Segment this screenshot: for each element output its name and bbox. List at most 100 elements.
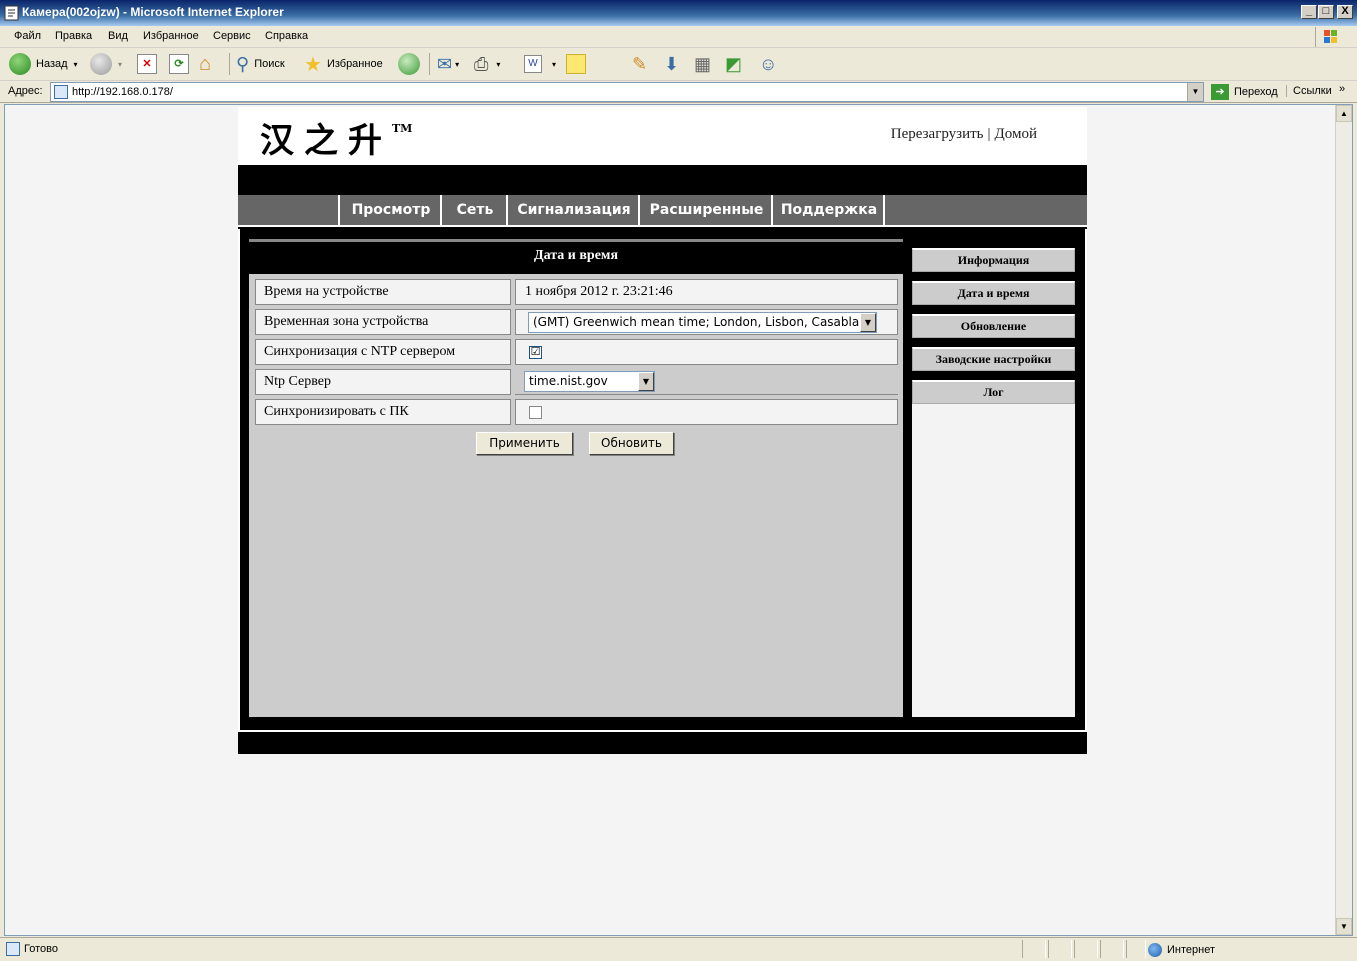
toolbar-separator xyxy=(429,53,430,75)
search-label: Поиск xyxy=(254,58,285,70)
stop-button[interactable]: ✕ xyxy=(137,52,157,76)
home-icon: ⌂ xyxy=(199,52,212,75)
tool-button-1[interactable]: ✎ xyxy=(632,52,647,76)
nav-divider xyxy=(883,195,885,225)
favorites-button[interactable]: ★ Избранное xyxy=(304,52,383,76)
tool-button-4[interactable]: ◩ xyxy=(725,52,742,76)
chevron-down-icon[interactable]: ▾ xyxy=(552,60,556,69)
word-icon: W xyxy=(524,55,542,73)
status-cell xyxy=(1126,940,1146,958)
toolbar-separator xyxy=(229,53,230,75)
windows-logo-icon xyxy=(1315,27,1343,47)
history-icon xyxy=(398,53,420,75)
pc-sync-checkbox[interactable] xyxy=(529,406,542,419)
settings-sidebar: Информация Дата и время Обновление Завод… xyxy=(912,239,1075,717)
chevron-down-icon[interactable]: ▾ xyxy=(118,60,122,69)
menu-help[interactable]: Справка xyxy=(265,30,308,42)
print-button[interactable]: ⎙ ▾ xyxy=(474,52,500,76)
tool-button-2[interactable]: ⬇ xyxy=(664,52,679,76)
timezone-select[interactable]: (GMT) Greenwich mean time; London, Lisbo… xyxy=(528,312,877,333)
tab-alarm[interactable]: Сигнализация xyxy=(506,195,640,225)
favorites-label: Избранное xyxy=(326,58,383,70)
maximize-button[interactable]: □ xyxy=(1318,5,1334,19)
close-button[interactable]: X xyxy=(1337,5,1353,19)
links-button[interactable]: Ссылки xyxy=(1286,85,1332,97)
content-area: Дата и время Время на устройстве 1 ноябр… xyxy=(238,229,1087,732)
pc-sync-cell xyxy=(515,399,898,425)
search-button[interactable]: ⚲ Поиск xyxy=(236,52,285,76)
refresh-settings-button[interactable]: Обновить xyxy=(589,432,674,455)
tab-advanced[interactable]: Расширенные xyxy=(638,195,773,225)
tab-network[interactable]: Сеть xyxy=(440,195,508,225)
chevron-down-icon[interactable]: ▾ xyxy=(455,60,459,69)
vertical-scrollbar[interactable]: ▲ ▼ xyxy=(1335,105,1352,935)
ntp-server-selected: time.nist.gov xyxy=(529,374,608,388)
mail-button[interactable]: ✉ ▾ xyxy=(437,52,459,76)
edit-button[interactable]: W ▾ xyxy=(524,52,556,76)
row-device-time: Время на устройстве 1 ноября 2012 г. 23:… xyxy=(255,279,898,305)
menu-view[interactable]: Вид xyxy=(108,30,128,42)
chevron-down-icon[interactable]: ▼ xyxy=(638,372,654,391)
sidebar-item-datetime[interactable]: Дата и время xyxy=(912,281,1075,305)
minimize-button[interactable]: _ xyxy=(1301,5,1317,19)
refresh-button[interactable]: ⟳ xyxy=(169,52,189,76)
menu-file[interactable]: Файл xyxy=(14,30,41,42)
scroll-down-arrow[interactable]: ▼ xyxy=(1336,918,1352,935)
history-button[interactable] xyxy=(398,52,420,76)
link-separator: | xyxy=(987,126,991,142)
chevron-down-icon[interactable]: ▾ xyxy=(74,60,78,69)
sidebar-divider xyxy=(912,272,1075,281)
section-title: Дата и время xyxy=(533,248,619,263)
chevron-down-icon[interactable]: ▼ xyxy=(1187,83,1203,101)
menu-edit[interactable]: Правка xyxy=(55,30,92,42)
address-input[interactable]: http://192.168.0.178/ ▼ xyxy=(50,82,1204,102)
star-icon: ★ xyxy=(304,53,322,76)
zone-label: Интернет xyxy=(1167,944,1215,956)
sidebar-divider xyxy=(912,239,1075,248)
sidebar-item-update[interactable]: Обновление xyxy=(912,314,1075,338)
security-zone: Интернет xyxy=(1148,943,1215,957)
window-title: Камера(002ojzw) - Microsoft Internet Exp… xyxy=(22,5,284,19)
messenger-icon: ☺ xyxy=(759,53,778,74)
status-cell xyxy=(1100,940,1124,958)
browser-viewport: ▲ ▼ 汉之升TM Перезагрузить | Домой Просмотр С… xyxy=(4,104,1353,936)
tab-view[interactable]: Просмотр xyxy=(338,195,442,225)
sidebar-divider xyxy=(912,305,1075,314)
messenger-button[interactable]: ☺ xyxy=(759,52,777,76)
row-timezone: Временная зона устройства (GMT) Greenwic… xyxy=(255,309,898,335)
header-band xyxy=(238,165,1087,195)
ntp-server-select[interactable]: time.nist.gov ▼ xyxy=(524,371,655,392)
back-button[interactable]: Назад ▾ xyxy=(9,52,78,76)
home-button[interactable]: ⌂ xyxy=(199,52,211,76)
apply-button[interactable]: Применить xyxy=(476,432,573,455)
status-text: Готово xyxy=(24,943,58,955)
scroll-up-arrow[interactable]: ▲ xyxy=(1336,105,1352,122)
forward-button[interactable]: ▾ xyxy=(90,52,122,76)
ntp-sync-checkbox[interactable]: ☑ xyxy=(529,346,542,359)
tool-button-3[interactable]: ▦ xyxy=(694,52,711,76)
logo-tm: TM xyxy=(392,121,413,135)
tab-support[interactable]: Поддержка xyxy=(771,195,885,225)
row-ntp-sync: Синхронизация с NTP сервером ☑ xyxy=(255,339,898,365)
row-ntp-server: Ntp Сервер time.nist.gov ▼ xyxy=(255,369,898,395)
row-pc-sync: Синхронизировать с ПК xyxy=(255,399,898,425)
sidebar-item-log[interactable]: Лог xyxy=(912,380,1075,404)
reboot-link[interactable]: Перезагрузить xyxy=(891,126,984,142)
menu-favorites[interactable]: Избранное xyxy=(143,30,199,42)
go-button[interactable]: ➔ Переход xyxy=(1211,84,1278,100)
chevron-right-icon[interactable]: » xyxy=(1339,83,1345,95)
timezone-cell: (GMT) Greenwich mean time; London, Lisbo… xyxy=(515,309,898,335)
note-button[interactable] xyxy=(566,52,586,76)
menu-tools[interactable]: Сервис xyxy=(213,30,251,42)
chevron-down-icon[interactable]: ▼ xyxy=(860,313,876,332)
top-links: Перезагрузить | Домой xyxy=(891,126,1037,143)
page-status-icon xyxy=(6,942,20,956)
chevron-down-icon[interactable]: ▾ xyxy=(496,60,500,69)
back-arrow-icon xyxy=(9,53,31,75)
globe-icon xyxy=(1148,943,1162,957)
sidebar-item-info[interactable]: Информация xyxy=(912,248,1075,272)
home-link[interactable]: Домой xyxy=(995,126,1037,142)
sidebar-item-factory-reset[interactable]: Заводские настройки xyxy=(912,347,1075,371)
status-cell xyxy=(1022,940,1046,958)
status-cell xyxy=(1074,940,1098,958)
